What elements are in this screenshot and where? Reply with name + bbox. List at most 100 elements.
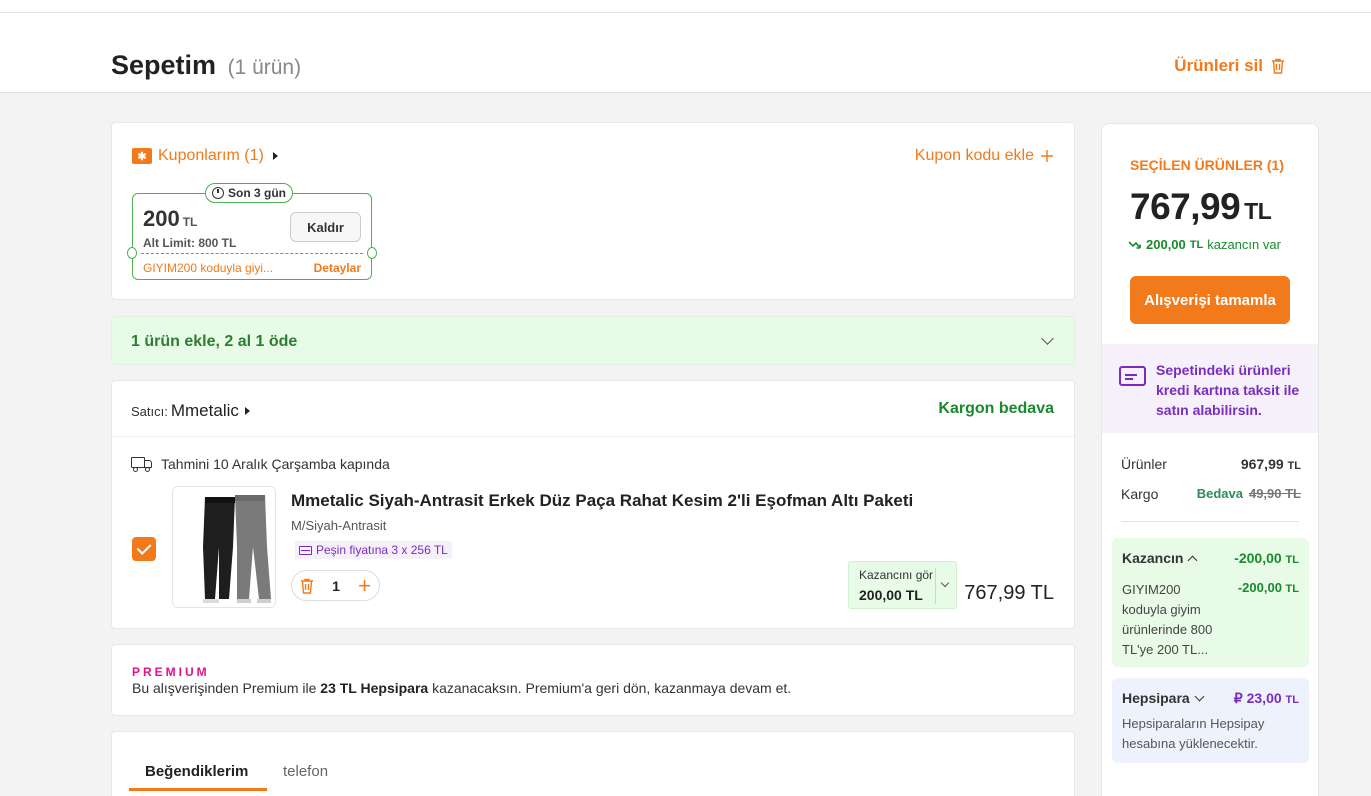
chevron-down-icon (1194, 691, 1205, 702)
product-title-link[interactable]: Mmetalic Siyah-Antrasit Erkek Düz Paça R… (291, 491, 913, 511)
tab-favorites[interactable]: Beğendiklerim (145, 763, 248, 780)
active-tab-indicator (129, 788, 267, 791)
increase-quantity-button[interactable]: + (358, 574, 371, 597)
delivery-text: Tahmini 10 Aralık Çarşamba kapında (161, 456, 390, 472)
coupon-notch-right (367, 247, 377, 259)
coupon-divider (141, 253, 363, 254)
add-coupon-code-button[interactable]: Kupon kodu ekle (915, 147, 1054, 165)
product-variant: M/Siyah-Antrasit (291, 518, 387, 533)
caret-right-icon (272, 152, 278, 160)
savings-divider (935, 568, 936, 604)
tab-telefon[interactable]: telefon (283, 763, 328, 780)
clock-icon (212, 187, 224, 199)
coupon-notch-left (127, 247, 137, 259)
delivery-estimate: Tahmini 10 Aralık Çarşamba kapında (131, 456, 390, 472)
credit-card-icon (299, 545, 312, 555)
summary-total-currency: TL (1244, 198, 1272, 224)
plus-icon (1041, 150, 1053, 162)
summary-total: 767,99 TL (1130, 186, 1272, 228)
hepsipara-box: Hepsipara ₽ 23,00 TL Hepsiparaların Heps… (1112, 678, 1309, 763)
coupon-description: GIYIM200 koduyla giyi... (143, 261, 274, 275)
coupon-details-link[interactable]: Detaylar (314, 261, 361, 275)
seller-row: Satıcı: Mmetalic Kargon bedava (112, 381, 1074, 437)
installment-info-text: Sepetindeki ürünleri kredi kartına taksi… (1156, 362, 1300, 418)
cargo-label: Kargo (1121, 486, 1159, 502)
chevron-down-icon (1041, 332, 1054, 345)
seller-info: Satıcı: Mmetalic (131, 401, 250, 421)
premium-text-after: kazanacaksın. Premium'a geri dön, kazanm… (428, 680, 792, 696)
my-coupons-label: Kuponlarım (1) (158, 147, 264, 164)
trash-icon[interactable] (300, 578, 314, 594)
page-title-text: Sepetim (111, 50, 217, 80)
hepsipara-description: Hepsiparaların Hepsipay hesabına yüklene… (1122, 716, 1265, 751)
discount-label: Kazancın (1122, 550, 1184, 566)
coupon-icon: ✱ (132, 148, 152, 164)
products-row: Ürünler 967,99 TL (1121, 456, 1301, 472)
hepsipara-label: Hepsipara (1122, 690, 1190, 706)
discount-item-amount: -200,00 (1237, 580, 1282, 595)
discount-total: -200,00 TL (1234, 550, 1299, 566)
seller-label: Satıcı: (131, 403, 168, 419)
checkout-button[interactable]: Alışverişi tamamla (1130, 276, 1290, 324)
coupon-amount-value: 200 (143, 206, 180, 231)
coupon-expiry-text: Son 3 gün (228, 186, 286, 200)
add-coupon-code-label: Kupon kodu ekle (914, 147, 1034, 164)
discount-box: Kazancın -200,00 TL GIYIM200 koduyla giy… (1112, 538, 1309, 667)
cargo-free: Bedava (1196, 486, 1243, 501)
selected-products-heading: SEÇİLEN ÜRÜNLER (1) (1130, 157, 1285, 173)
discount-item-text: GIYIM200 koduyla giyim ürünlerinde 800 T… (1122, 582, 1213, 657)
remove-coupon-button[interactable]: Kaldır (290, 212, 361, 242)
seller-name-link[interactable]: Mmetalic (171, 401, 239, 421)
chevron-up-icon (1188, 555, 1198, 565)
view-savings-button[interactable]: Kazancını gör 200,00 TL (848, 561, 957, 609)
promo-text: 1 ürün ekle, 2 al 1 öde (131, 333, 298, 350)
item-price: 767,99 TL (964, 582, 1054, 604)
hepsipara-toggle[interactable]: Hepsipara (1122, 690, 1205, 706)
item-count: (1 ürün) (227, 56, 302, 79)
credit-card-icon (1119, 366, 1146, 386)
premium-text-bold: 23 TL Hepsipara (320, 680, 429, 696)
page-header: Sepetim (1 ürün) Ürünleri sil (0, 0, 1371, 93)
discount-total-currency: TL (1285, 554, 1299, 566)
product-image[interactable] (172, 486, 276, 608)
gain-amount: 200,00 (1146, 237, 1186, 252)
discount-item-currency: TL (1285, 583, 1299, 595)
coupon-min-limit: Alt Limit: 800 TL (143, 236, 237, 250)
promo-bar[interactable]: 1 ürün ekle, 2 al 1 öde (111, 316, 1075, 365)
cargo-row: Kargo Bedava 49,90 TL (1121, 486, 1301, 502)
hepsipara-currency: TL (1285, 694, 1299, 706)
item-select-checkbox[interactable] (132, 537, 156, 561)
installment-text: Peşin fiyatına 3 x 256 TL (316, 543, 448, 557)
products-amount: 967,99 (1240, 456, 1284, 472)
summary-gain: 200,00 TL kazancın var (1128, 237, 1281, 252)
quantity-stepper: 1 + (291, 570, 380, 601)
discount-toggle[interactable]: Kazancın (1122, 550, 1198, 566)
truck-icon (131, 456, 153, 472)
hepsipara-value: ₽ 23,00 TL (1234, 690, 1299, 707)
gain-currency: TL (1189, 238, 1204, 251)
coupon-amount: 200 TL (143, 206, 197, 232)
products-label: Ürünler (1121, 456, 1167, 472)
gain-text: kazancın var (1207, 237, 1281, 252)
savings-value: 200,00 TL (859, 587, 923, 603)
hepsipara-amount: 23,00 (1246, 690, 1282, 706)
top-divider (0, 12, 1371, 13)
premium-card: PREMIUM Bu alışverişinden Premium ile 23… (111, 644, 1075, 716)
order-summary: SEÇİLEN ÜRÜNLER (1) 767,99 TL 200,00 TL ka… (1101, 123, 1319, 796)
coupon-ticket: Son 3 gün 200 TL Alt Limit: 800 TL Kaldır… (127, 183, 377, 280)
delete-all-button[interactable]: Ürünleri sil (1174, 56, 1285, 76)
trend-down-icon (1128, 240, 1141, 249)
cargo-old-price: 49,90 TL (1248, 486, 1301, 501)
discount-total-amount: -200,00 (1234, 550, 1282, 566)
premium-logo: PREMIUM (132, 665, 210, 679)
coupon-expiry-badge: Son 3 gün (205, 183, 293, 203)
products-value: 967,99 TL (1241, 456, 1301, 472)
my-coupons-link[interactable]: ✱ Kuponlarım (1) (132, 147, 278, 165)
coupon-currency: TL (182, 215, 198, 229)
seller-card: Satıcı: Mmetalic Kargon bedava Tahmini 1… (111, 380, 1075, 629)
discount-item-value: -200,00 TL (1238, 580, 1299, 595)
chevron-down-icon (940, 578, 950, 588)
quantity-value: 1 (332, 577, 340, 594)
hepsipara-symbol-icon: ₽ (1233, 690, 1243, 706)
tabs-card: Beğendiklerim telefon (111, 731, 1075, 796)
